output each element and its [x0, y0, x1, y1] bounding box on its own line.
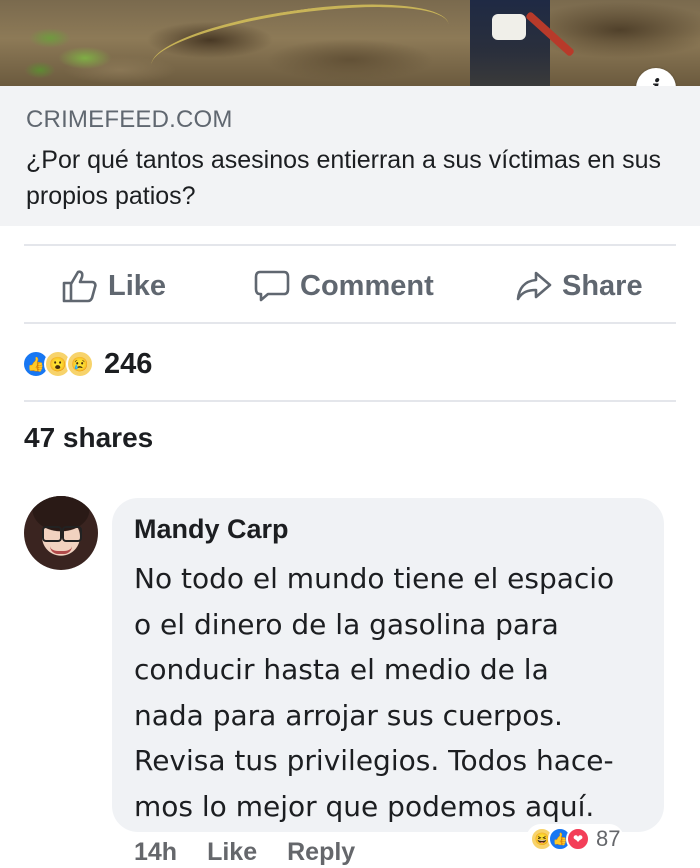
link-title[interactable]: ¿Por qué tantos asesinos entierran a sus… — [26, 142, 666, 214]
comment-meta: 14h Like Reply — [134, 838, 385, 867]
love-icon: ❤ — [566, 827, 590, 851]
person-figure — [470, 0, 550, 86]
comment-reactions[interactable]: 😆 👍 ❤ 87 — [526, 824, 625, 854]
comment-button[interactable]: Comment — [254, 266, 434, 306]
share-label: Share — [562, 269, 643, 302]
comment-time[interactable]: 14h — [134, 838, 177, 867]
comment-reply-link[interactable]: Reply — [287, 838, 355, 867]
avatar-glasses — [42, 526, 82, 542]
thumbs-up-icon — [62, 270, 97, 303]
divider — [24, 400, 676, 402]
comment-icon — [254, 270, 290, 302]
divider — [24, 322, 676, 324]
comment-reaction-count: 87 — [596, 826, 621, 851]
reaction-summary[interactable]: 👍 😮 😢 246 — [22, 346, 152, 382]
link-preview-image[interactable] — [0, 0, 700, 86]
share-arrow-icon — [516, 271, 552, 301]
glove — [492, 14, 526, 40]
reaction-count: 246 — [104, 347, 153, 380]
commenter-name[interactable]: Mandy Carp — [134, 514, 289, 545]
comment-like-link[interactable]: Like — [207, 838, 257, 867]
comment-text: No todo el mundo tiene el espacio o el d… — [134, 562, 615, 823]
sad-icon: 😢 — [66, 350, 94, 378]
divider — [24, 244, 676, 246]
plant-foliage — [10, 8, 120, 86]
avatar[interactable] — [24, 496, 98, 570]
link-domain: CRIMEFEED.COM — [26, 106, 233, 133]
shares-count[interactable]: 47 shares — [24, 422, 153, 454]
share-button[interactable]: Share — [516, 266, 643, 306]
comment-label: Comment — [300, 269, 434, 302]
like-button[interactable]: Like — [62, 266, 166, 306]
like-label: Like — [108, 269, 167, 302]
